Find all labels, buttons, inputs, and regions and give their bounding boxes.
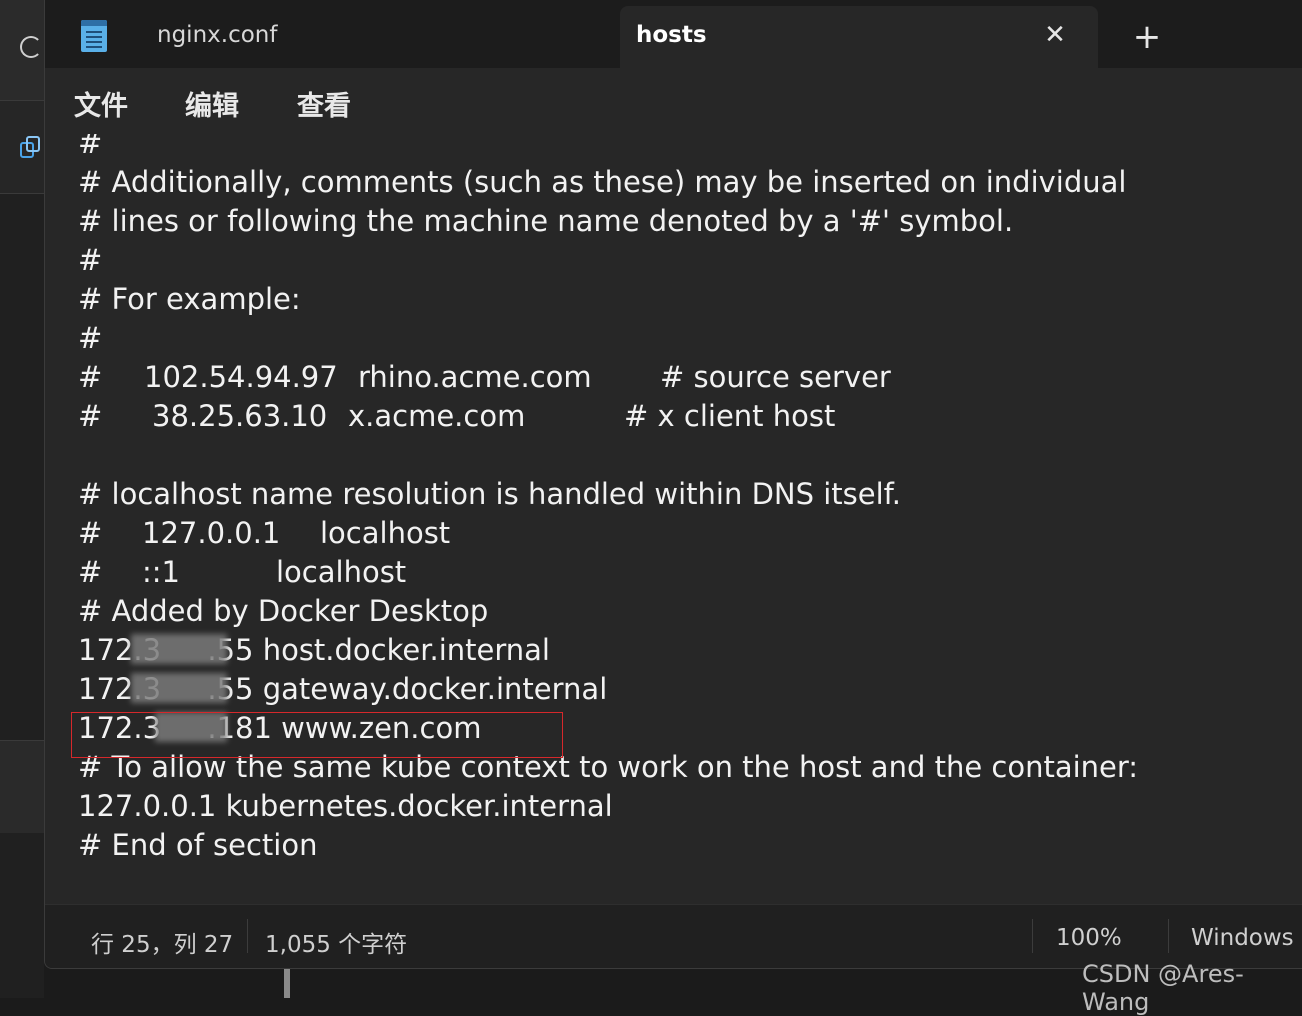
line-ending[interactable]: Windows ( — [1191, 925, 1302, 951]
notepad-window: nginx.conf hosts ✕ + 文件 编辑 查看 # # Additi… — [44, 0, 1302, 969]
editor-token: # — [78, 555, 103, 589]
menu-view[interactable]: 查看 — [297, 84, 351, 123]
editor-token: 102.54.94.97 — [144, 360, 338, 394]
editor-token: rhino.acme.com — [358, 360, 592, 394]
editor-line: # Added by Docker Desktop — [78, 594, 489, 628]
editor-line: # 102.54.94.97 rhino.acme.com # source s… — [78, 358, 1078, 397]
editor-line: # Additionally, comments (such as these)… — [78, 165, 1127, 199]
menu-file[interactable]: 文件 — [74, 84, 128, 123]
editor-token: 38.25.63.10 — [152, 399, 328, 433]
plus-icon[interactable]: + — [1129, 20, 1165, 56]
editor-line: # ::1 localhost — [78, 553, 1078, 592]
editor-line: # — [78, 134, 103, 160]
refresh-icon[interactable] — [20, 36, 42, 58]
editor-token: localhost — [320, 516, 451, 550]
copy-icon[interactable] — [20, 136, 42, 160]
editor-token: x.acme.com — [348, 399, 526, 433]
redaction-blur — [131, 673, 227, 703]
editor-line: # 127.0.0.1 localhost — [78, 514, 1078, 553]
editor-token: # — [78, 360, 103, 394]
background-scrollbar — [284, 968, 290, 998]
menu-edit[interactable]: 编辑 — [185, 84, 239, 123]
title-bar: nginx.conf hosts ✕ + — [45, 0, 1302, 68]
highlight-box — [71, 712, 563, 758]
zoom-level[interactable]: 100% — [1056, 925, 1122, 951]
status-divider — [1168, 919, 1169, 953]
editor-token: # — [78, 399, 103, 433]
editor-line: # For example: — [78, 282, 301, 316]
character-count: 1,055 个字符 — [265, 932, 408, 958]
notepad-icon — [81, 20, 107, 52]
tab-hosts-label: hosts — [636, 22, 707, 48]
status-divider — [1032, 919, 1033, 953]
editor-token: # source server — [660, 360, 891, 394]
editor-line: # — [78, 321, 103, 355]
editor-token: # — [78, 516, 103, 550]
tab-hosts[interactable]: hosts ✕ — [620, 6, 1098, 68]
background-panel — [0, 740, 44, 833]
editor-line: # localhost name resolution is handled w… — [78, 477, 901, 511]
editor-token: # x client host — [624, 399, 836, 433]
cursor-position[interactable]: 行 25，列 27 — [91, 925, 233, 959]
status-divider — [247, 919, 248, 953]
background-window-strip — [0, 0, 44, 998]
editor-token: ::1 — [142, 555, 180, 589]
text-editor[interactable]: # # Additionally, comments (such as thes… — [45, 134, 1302, 904]
editor-token: 127.0.0.1 — [142, 516, 281, 550]
redaction-blur — [131, 634, 227, 664]
editor-line: 127.0.0.1 kubernetes.docker.internal — [78, 789, 613, 823]
menu-bar: 文件 编辑 查看 — [45, 68, 1302, 135]
editor-line: # 38.25.63.10 x.acme.com # x client host — [78, 397, 1078, 436]
tab-nginx-conf[interactable]: nginx.conf — [157, 22, 277, 48]
watermark: CSDN @Ares-Wang — [1082, 960, 1244, 1016]
editor-line: # lines or following the machine name de… — [78, 204, 1014, 238]
editor-line: # — [78, 243, 103, 277]
editor-line: # End of section — [78, 828, 318, 862]
editor-token: localhost — [276, 555, 407, 589]
close-icon[interactable]: ✕ — [1040, 20, 1070, 50]
